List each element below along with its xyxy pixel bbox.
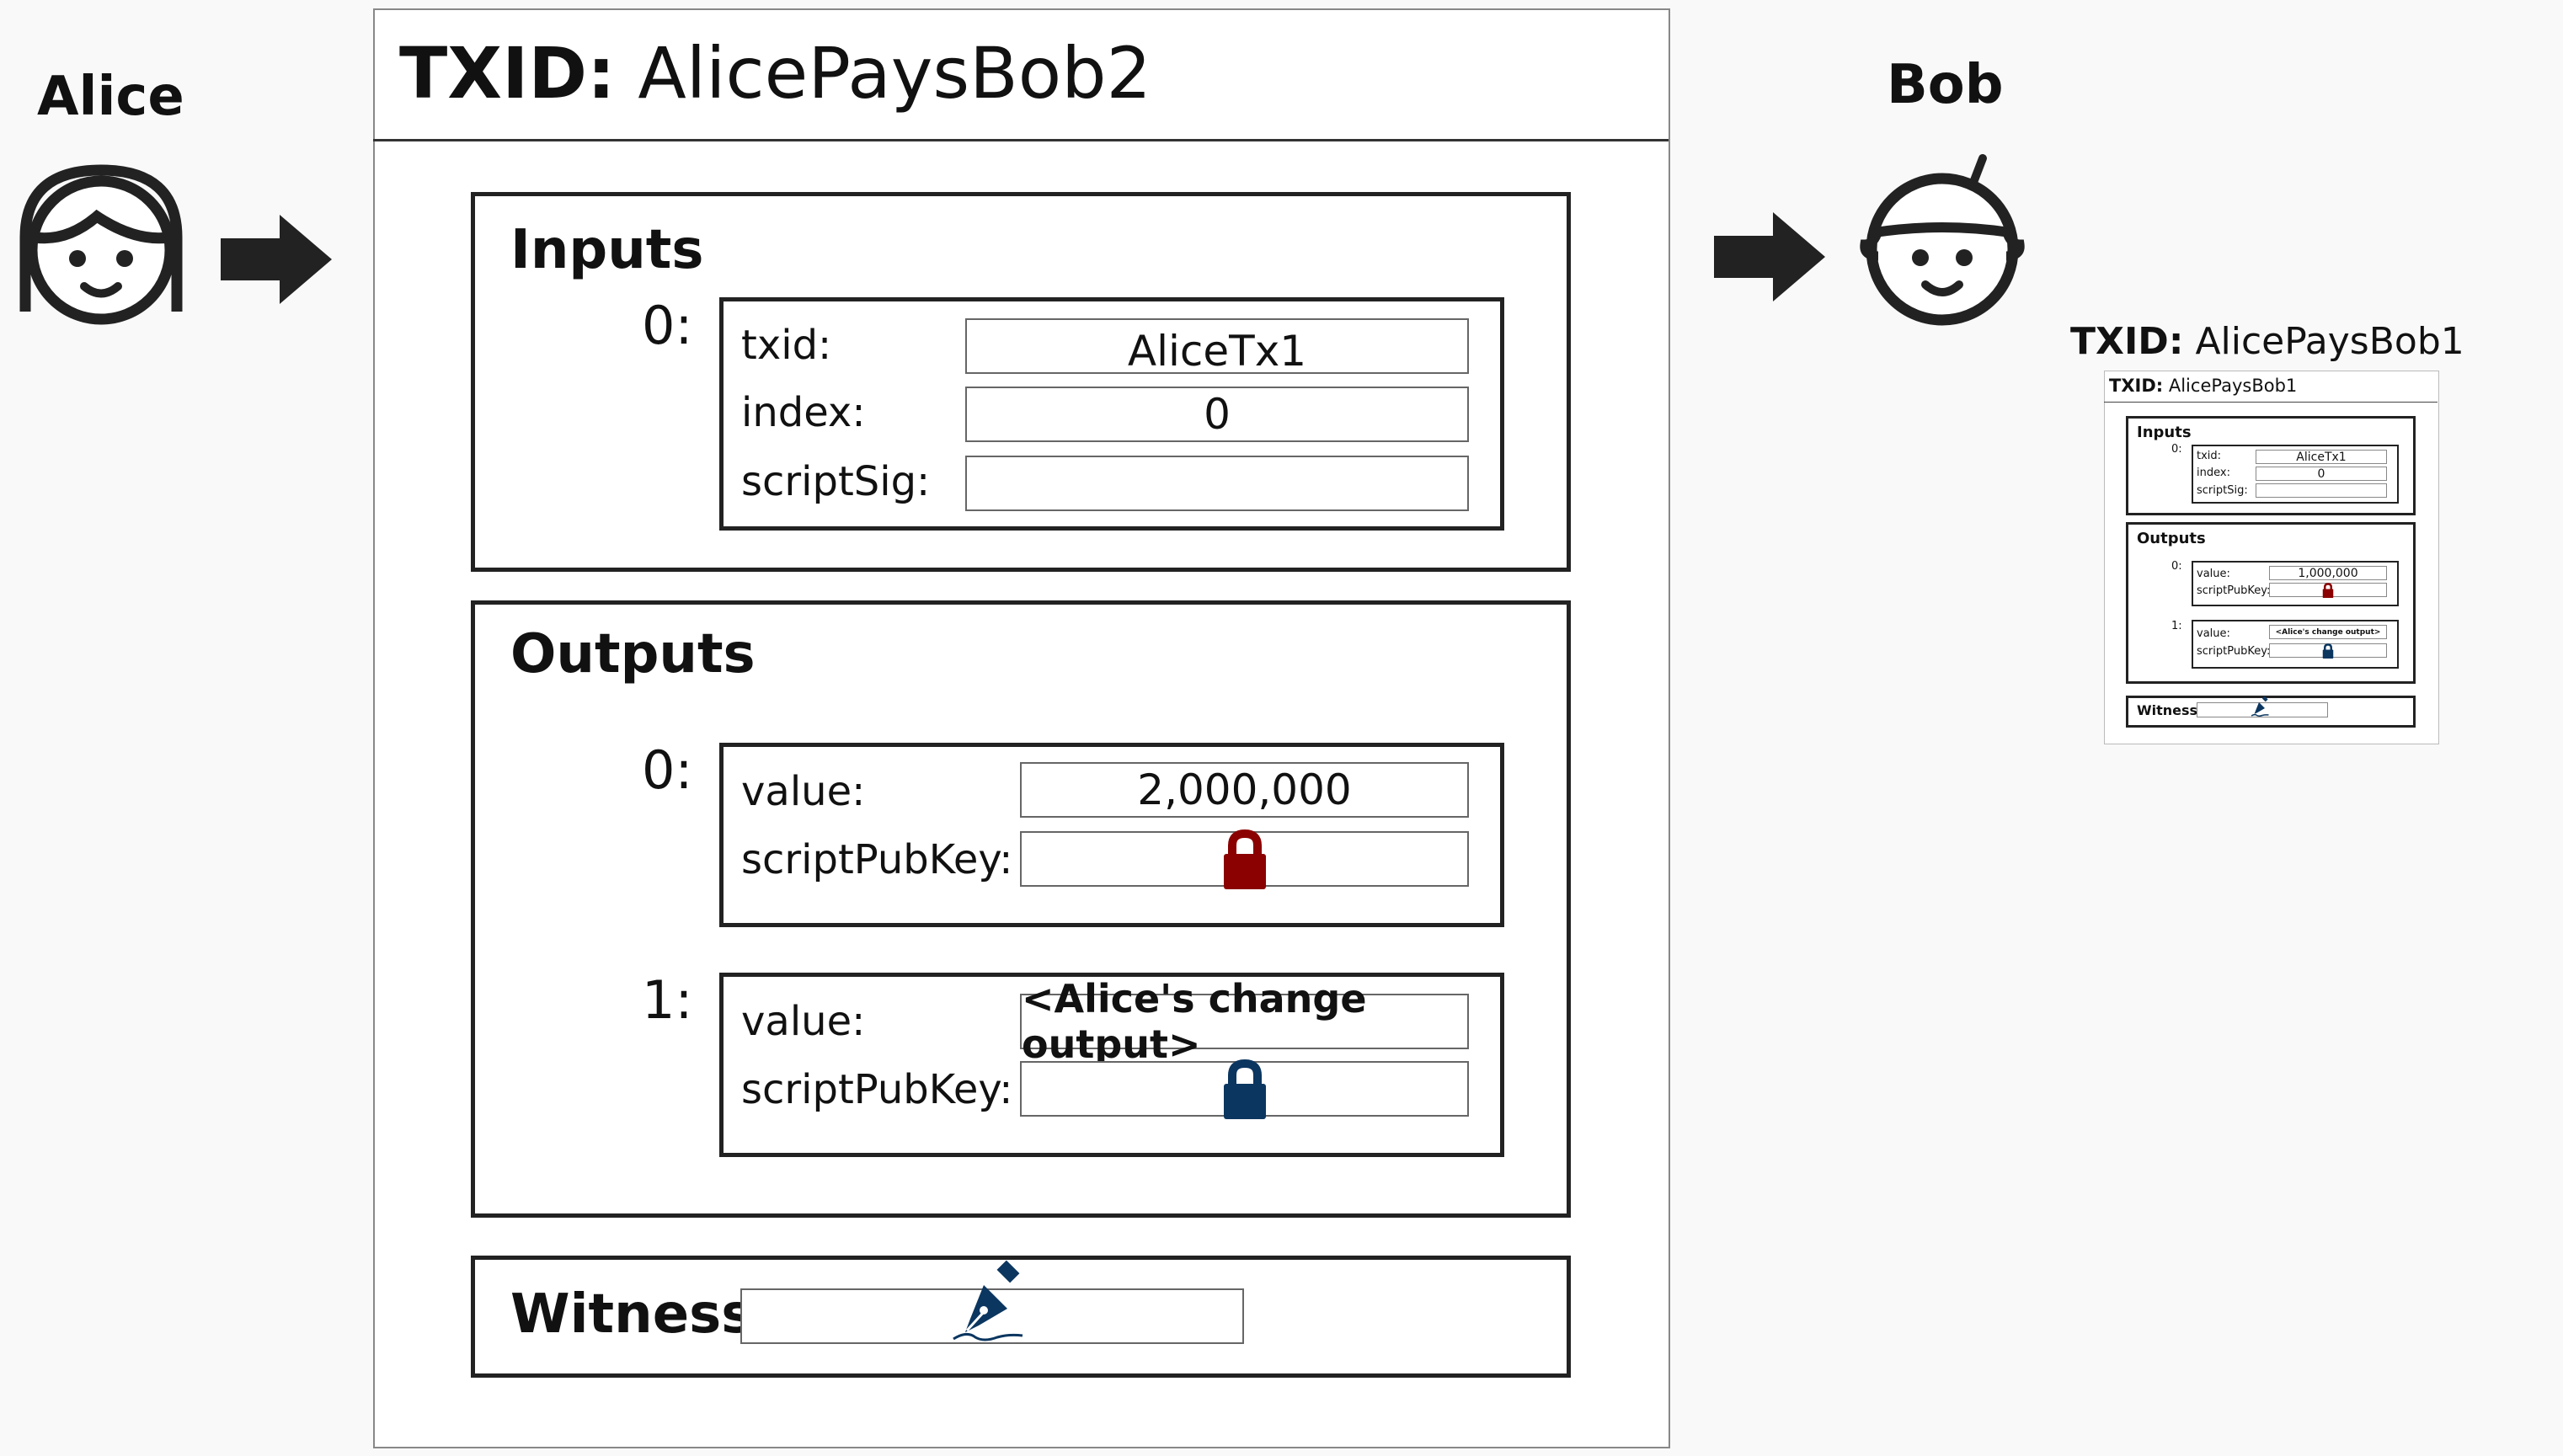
lock-icon xyxy=(1223,1059,1266,1119)
scriptpubkey-label: scriptPubKey: xyxy=(741,1066,1013,1113)
mini-title-id: AlicePaysBob1 xyxy=(2168,376,2298,396)
mini-input-index: 0: xyxy=(2171,443,2182,456)
mini-scriptsig-label: scriptSig: xyxy=(2197,484,2248,497)
mini-output-index: 0: xyxy=(2171,560,2182,573)
mini-caption-id: AlicePaysBob1 xyxy=(2195,320,2464,363)
input-index: 0: xyxy=(642,295,693,356)
output-index: 0: xyxy=(642,739,693,801)
value-field: 2,000,000 xyxy=(1020,762,1469,818)
scriptsig-label: scriptSig: xyxy=(741,458,931,505)
scriptsig-field xyxy=(965,456,1469,511)
mini-caption-prefix: TXID: xyxy=(2070,320,2184,363)
txid-label: txid: xyxy=(741,322,832,369)
alice-avatar-icon xyxy=(19,164,183,325)
pen-signature-icon xyxy=(953,1260,1023,1341)
mini-scriptsig-field xyxy=(2256,483,2387,498)
mini-value-label: value: xyxy=(2197,568,2230,580)
index-label: index: xyxy=(741,389,866,436)
mini-lock-icon xyxy=(2322,643,2334,659)
output-index: 1: xyxy=(642,969,693,1031)
value-field: <Alice's change output> xyxy=(1020,976,1469,1067)
alice-label: Alice xyxy=(37,66,184,128)
bob-avatar-icon xyxy=(1860,154,2025,326)
mini-tx-title: TXID: AlicePaysBob1 xyxy=(2109,376,2297,396)
mini-value-field: <Alice's change output> xyxy=(2269,625,2387,639)
mini-scriptpubkey-field xyxy=(2269,582,2387,598)
scriptpubkey-field xyxy=(1020,829,1469,889)
mini-inputs-title: Inputs xyxy=(2137,424,2192,441)
mini-txid-field: AliceTx1 xyxy=(2256,450,2387,464)
mini-value-label: value: xyxy=(2197,627,2230,640)
mini-title-prefix: TXID: xyxy=(2109,376,2164,396)
arrow-right-icon xyxy=(1714,212,1825,301)
scriptpubkey-field xyxy=(1020,1059,1469,1119)
witness-title: Witness xyxy=(510,1283,754,1346)
mini-index-field: 0 xyxy=(2256,467,2387,481)
value-label: value: xyxy=(741,998,866,1045)
mini-title-divider xyxy=(2104,402,2438,403)
mini-lock-icon xyxy=(2322,582,2334,598)
mini-value-field: 1,000,000 xyxy=(2269,566,2387,580)
mini-tx-caption: TXID: AlicePaysBob1 xyxy=(2070,320,2464,363)
bob-label: Bob xyxy=(1887,54,2004,116)
mini-index-label: index: xyxy=(2197,467,2230,479)
mini-witness-title: Witness xyxy=(2137,702,2198,718)
mini-pen-signature-icon xyxy=(2251,696,2269,717)
index-field: 0 xyxy=(965,387,1469,442)
txid-value: AlicePaysBob2 xyxy=(638,32,1151,115)
lock-icon xyxy=(1223,829,1266,889)
scriptpubkey-label: scriptPubKey: xyxy=(741,836,1013,883)
transaction-title: TXID: AlicePaysBob2 xyxy=(399,32,1151,115)
txid-prefix: TXID: xyxy=(399,32,616,115)
mini-scriptpubkey-label: scriptPubKey: xyxy=(2197,645,2271,658)
value-label: value: xyxy=(741,768,866,815)
arrow-right-icon xyxy=(221,215,332,304)
mini-scriptpubkey-field xyxy=(2269,643,2387,659)
title-divider xyxy=(373,139,1669,141)
mini-outputs-title: Outputs xyxy=(2137,530,2206,547)
outputs-title: Outputs xyxy=(510,623,756,685)
inputs-title: Inputs xyxy=(510,219,704,281)
txid-field: AliceTx1 xyxy=(965,318,1469,376)
mini-txid-label: txid: xyxy=(2197,450,2222,462)
mini-output-index: 1: xyxy=(2171,620,2182,632)
mini-scriptpubkey-label: scriptPubKey: xyxy=(2197,584,2271,597)
